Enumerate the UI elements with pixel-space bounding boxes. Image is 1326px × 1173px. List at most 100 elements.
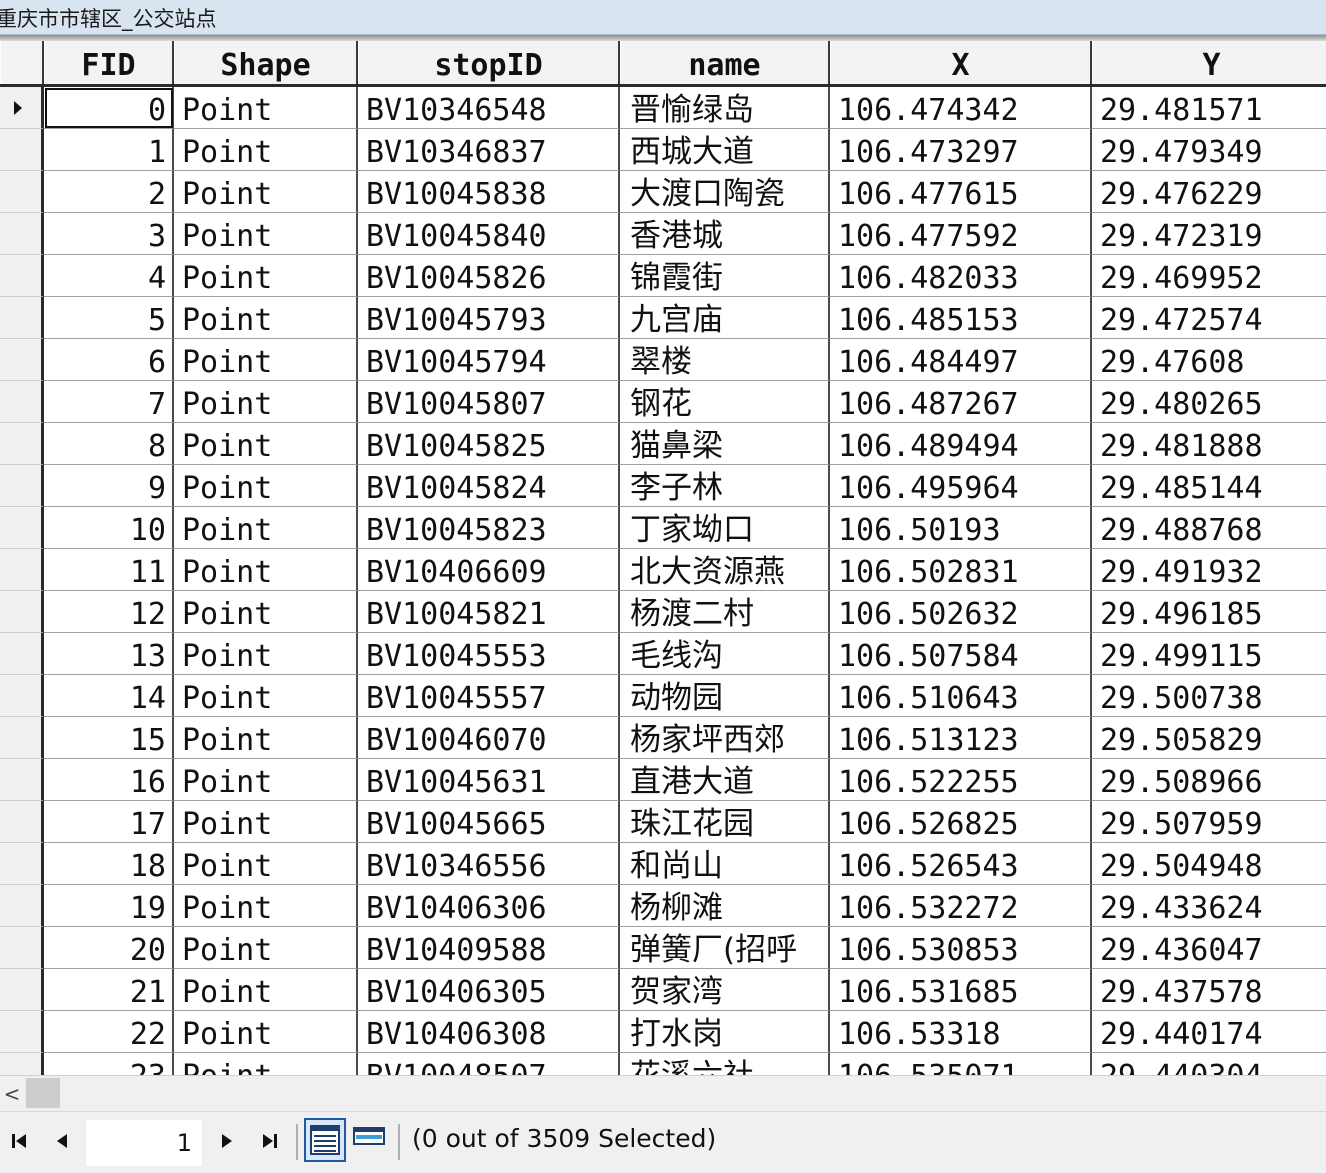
cell-name[interactable]: 杨柳滩 bbox=[620, 885, 830, 927]
row-selector[interactable] bbox=[0, 339, 44, 381]
cell-x[interactable]: 106.53318 bbox=[830, 1011, 1092, 1053]
row-selector[interactable] bbox=[0, 381, 44, 423]
cell-y[interactable]: 29.491932 bbox=[1092, 549, 1326, 591]
cell-shape[interactable]: Point bbox=[174, 339, 358, 381]
cell-y[interactable]: 29.480265 bbox=[1092, 381, 1326, 423]
cell-y[interactable]: 29.469952 bbox=[1092, 255, 1326, 297]
cell-fid[interactable]: 7 bbox=[44, 381, 174, 423]
cell-shape[interactable]: Point bbox=[174, 129, 358, 171]
table-row[interactable]: 11 Point BV10406609 北大资源燕 106.502831 29.49193… bbox=[0, 549, 1326, 591]
cell-fid[interactable]: 1 bbox=[44, 129, 174, 171]
cell-shape[interactable]: Point bbox=[174, 591, 358, 633]
cell-stopid[interactable]: BV10346548 bbox=[358, 87, 620, 129]
cell-name[interactable]: 北大资源燕 bbox=[620, 549, 830, 591]
scrollbar-thumb[interactable] bbox=[26, 1078, 60, 1108]
cell-x[interactable]: 106.532272 bbox=[830, 885, 1092, 927]
cell-shape[interactable]: Point bbox=[174, 381, 358, 423]
cell-name[interactable]: 打水岗 bbox=[620, 1011, 830, 1053]
table-row[interactable]: 14 Point BV10045557 动物园 106.510643 29.500738 bbox=[0, 675, 1326, 717]
row-selector[interactable] bbox=[0, 1011, 44, 1053]
cell-fid[interactable]: 0 bbox=[44, 87, 174, 129]
cell-fid[interactable]: 9 bbox=[44, 465, 174, 507]
row-selector[interactable] bbox=[0, 927, 44, 969]
cell-x[interactable]: 106.510643 bbox=[830, 675, 1092, 717]
row-selector[interactable] bbox=[0, 759, 44, 801]
row-selector[interactable] bbox=[0, 297, 44, 339]
cell-fid[interactable]: 16 bbox=[44, 759, 174, 801]
cell-stopid[interactable]: BV10045823 bbox=[358, 507, 620, 549]
cell-fid[interactable]: 3 bbox=[44, 213, 174, 255]
cell-name[interactable]: 花溪六社 bbox=[620, 1053, 830, 1075]
cell-stopid[interactable]: BV10045665 bbox=[358, 801, 620, 843]
column-header-y[interactable]: Y bbox=[1092, 41, 1326, 84]
cell-y[interactable]: 29.505829 bbox=[1092, 717, 1326, 759]
cell-stopid[interactable]: BV10045553 bbox=[358, 633, 620, 675]
table-row[interactable]: 5 Point BV10045793 九宫庙 106.485153 29.472574 bbox=[0, 297, 1326, 339]
cell-stopid[interactable]: BV10406609 bbox=[358, 549, 620, 591]
table-row[interactable]: 10 Point BV10045823 丁家坳口 106.50193 29.488768 bbox=[0, 507, 1326, 549]
cell-stopid[interactable]: BV10046070 bbox=[358, 717, 620, 759]
row-selector[interactable] bbox=[0, 633, 44, 675]
cell-name[interactable]: 西城大道 bbox=[620, 129, 830, 171]
cell-y[interactable]: 29.47608 bbox=[1092, 339, 1326, 381]
cell-name[interactable]: 贺家湾 bbox=[620, 969, 830, 1011]
row-selector[interactable] bbox=[0, 171, 44, 213]
cell-x[interactable]: 106.507584 bbox=[830, 633, 1092, 675]
cell-name[interactable]: 动物园 bbox=[620, 675, 830, 717]
cell-shape[interactable]: Point bbox=[174, 1011, 358, 1053]
cell-y[interactable]: 29.500738 bbox=[1092, 675, 1326, 717]
table-row[interactable]: 6 Point BV10045794 翠楼 106.484497 29.47608 bbox=[0, 339, 1326, 381]
cell-x[interactable]: 106.484497 bbox=[830, 339, 1092, 381]
cell-shape[interactable]: Point bbox=[174, 885, 358, 927]
column-header-fid[interactable]: FID bbox=[44, 41, 174, 84]
cell-name[interactable]: 珠江花园 bbox=[620, 801, 830, 843]
cell-fid[interactable]: 4 bbox=[44, 255, 174, 297]
cell-fid[interactable]: 19 bbox=[44, 885, 174, 927]
row-selector[interactable] bbox=[0, 717, 44, 759]
cell-name[interactable]: 晋愉绿岛 bbox=[620, 87, 830, 129]
cell-shape[interactable]: Point bbox=[174, 843, 358, 885]
cell-x[interactable]: 106.502831 bbox=[830, 549, 1092, 591]
row-selector[interactable] bbox=[0, 129, 44, 171]
cell-x[interactable]: 106.531685 bbox=[830, 969, 1092, 1011]
table-row[interactable]: 19 Point BV10406306 杨柳滩 106.532272 29.433624 bbox=[0, 885, 1326, 927]
cell-fid[interactable]: 12 bbox=[44, 591, 174, 633]
cell-stopid[interactable]: BV10346837 bbox=[358, 129, 620, 171]
cell-x[interactable]: 106.474342 bbox=[830, 87, 1092, 129]
cell-fid[interactable]: 14 bbox=[44, 675, 174, 717]
cell-y[interactable]: 29.496185 bbox=[1092, 591, 1326, 633]
cell-fid[interactable]: 8 bbox=[44, 423, 174, 465]
row-selector[interactable] bbox=[0, 1053, 44, 1075]
cell-name[interactable]: 翠楼 bbox=[620, 339, 830, 381]
cell-name[interactable]: 直港大道 bbox=[620, 759, 830, 801]
cell-stopid[interactable]: BV10409588 bbox=[358, 927, 620, 969]
cell-name[interactable]: 和尚山 bbox=[620, 843, 830, 885]
table-row[interactable]: 21 Point BV10406305 贺家湾 106.531685 29.437578 bbox=[0, 969, 1326, 1011]
cell-shape[interactable]: Point bbox=[174, 801, 358, 843]
cell-fid[interactable]: 2 bbox=[44, 171, 174, 213]
table-row[interactable]: 23PointBV10048507花溪六社106.53507129.440304 bbox=[0, 1053, 1326, 1075]
table-row[interactable]: 15 Point BV10046070 杨家坪西郊 106.513123 29.50582… bbox=[0, 717, 1326, 759]
cell-y[interactable]: 29.437578 bbox=[1092, 969, 1326, 1011]
cell-y[interactable]: 29.472319 bbox=[1092, 213, 1326, 255]
scroll-left-icon[interactable]: < bbox=[0, 1080, 24, 1108]
cell-name[interactable]: 大渡口陶瓷 bbox=[620, 171, 830, 213]
table-row[interactable]: 7 Point BV10045807 钢花 106.487267 29.480265 bbox=[0, 381, 1326, 423]
table-row[interactable]: 20 Point BV10409588 弹簧厂(招呼 106.530853 29.4360… bbox=[0, 927, 1326, 969]
cell-fid[interactable]: 23 bbox=[44, 1053, 174, 1075]
cell-shape[interactable]: Point bbox=[174, 633, 358, 675]
cell-fid[interactable]: 18 bbox=[44, 843, 174, 885]
cell-name[interactable]: 锦霞街 bbox=[620, 255, 830, 297]
cell-name[interactable]: 九宫庙 bbox=[620, 297, 830, 339]
cell-name[interactable]: 钢花 bbox=[620, 381, 830, 423]
cell-fid[interactable]: 11 bbox=[44, 549, 174, 591]
column-header-stopid[interactable]: stopID bbox=[358, 41, 620, 84]
cell-fid[interactable]: 21 bbox=[44, 969, 174, 1011]
cell-shape[interactable]: Point bbox=[174, 717, 358, 759]
show-all-records-icon[interactable] bbox=[304, 1118, 346, 1162]
first-record-icon[interactable] bbox=[6, 1126, 36, 1156]
row-selector[interactable] bbox=[0, 213, 44, 255]
row-selector[interactable] bbox=[0, 843, 44, 885]
cell-fid[interactable]: 15 bbox=[44, 717, 174, 759]
cell-name[interactable]: 弹簧厂(招呼 bbox=[620, 927, 830, 969]
